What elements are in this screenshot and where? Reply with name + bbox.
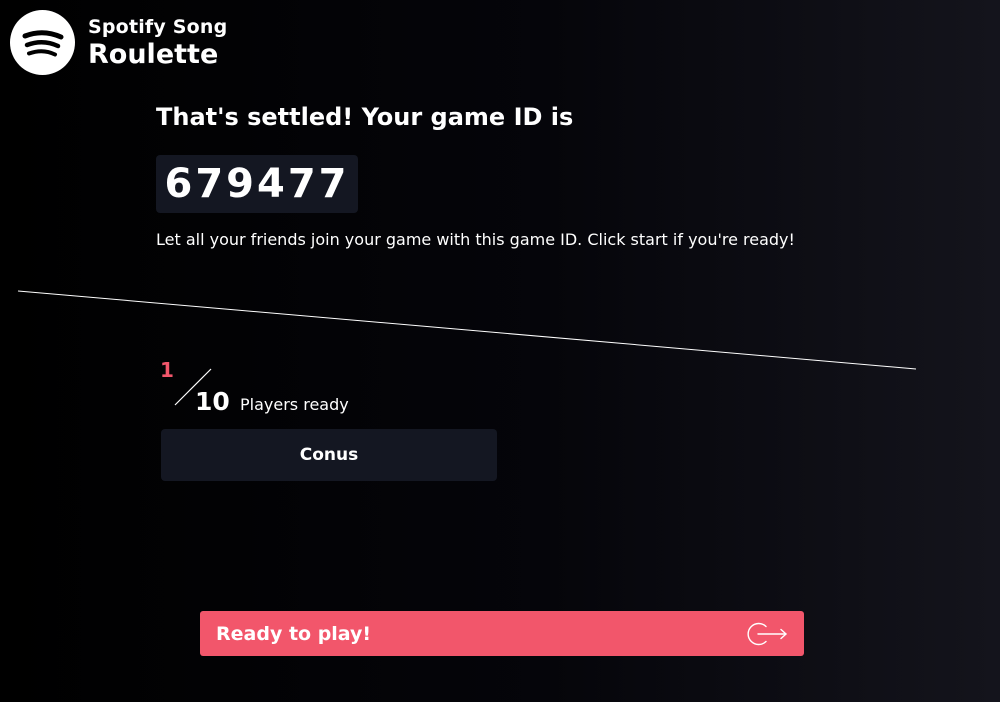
ready-count: 1 <box>160 358 174 382</box>
players-ready-label: Players ready <box>240 395 349 414</box>
player-card: Conus <box>161 429 497 481</box>
divider-line <box>17 290 917 370</box>
exit-arrow-icon <box>744 619 790 649</box>
players-ready-counter: 1 10 Players ready <box>160 358 380 418</box>
player-name: Conus <box>299 445 359 465</box>
ready-to-play-button[interactable]: Ready to play! <box>200 611 804 656</box>
ready-button-label: Ready to play! <box>216 622 372 645</box>
total-count: 10 <box>195 387 230 416</box>
